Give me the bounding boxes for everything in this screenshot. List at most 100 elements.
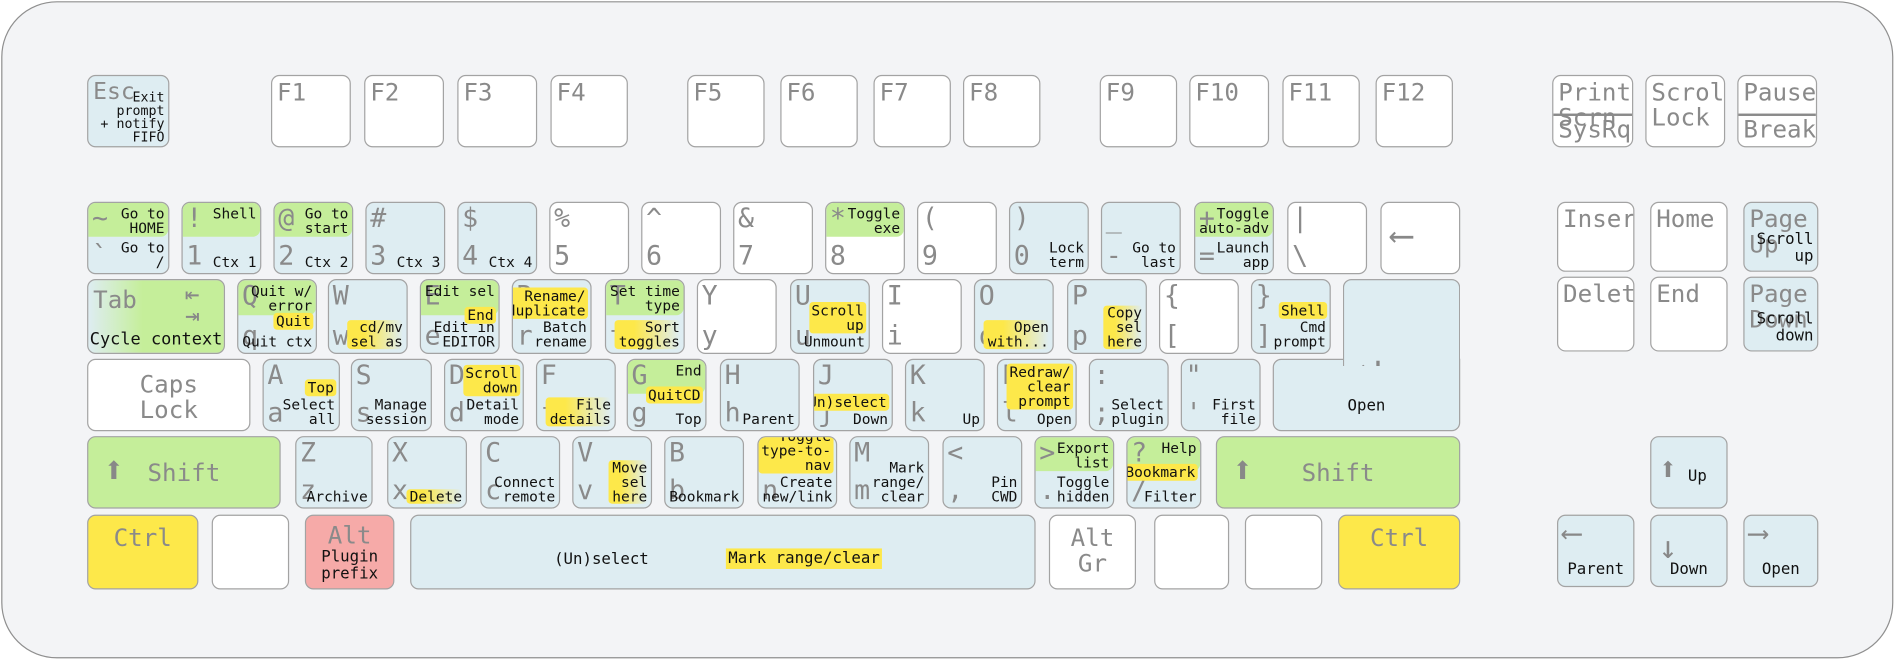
key-f[interactable]: FfFile details bbox=[535, 358, 616, 432]
key-7[interactable]: & 7 bbox=[733, 201, 813, 275]
key-comma[interactable]: <, Pin CWD bbox=[942, 436, 1023, 509]
key-bracketright[interactable]: }] Cmd prompt Shell bbox=[1250, 279, 1331, 354]
key-g[interactable]: G End g Top QuitCD bbox=[626, 358, 707, 432]
key-o[interactable]: OoOpen with... bbox=[973, 279, 1054, 354]
ctrl-action: Scroll down bbox=[462, 364, 521, 397]
key-1[interactable]: ! Shell 1 Ctx 1 bbox=[181, 201, 262, 275]
key-delete[interactable]: Delete bbox=[1557, 276, 1635, 352]
key-z[interactable]: Zz Archive bbox=[295, 436, 373, 509]
base-action: Open bbox=[1036, 410, 1072, 428]
key-f12[interactable]: F12 bbox=[1375, 74, 1453, 148]
key-down[interactable]: ↓ Down bbox=[1650, 514, 1728, 588]
key-v[interactable]: Vv Move sel here bbox=[572, 436, 653, 509]
key-f4[interactable]: F4 bbox=[550, 74, 628, 148]
key-n[interactable]: NnCreate new/linkToggle type-to-nav bbox=[757, 436, 838, 509]
key-printscreen[interactable]: Print Scrn SysRq bbox=[1552, 74, 1634, 148]
key-grave[interactable]: ~ Go to HOME ` Go to / bbox=[87, 201, 170, 275]
key-rsuper[interactable] bbox=[1154, 514, 1230, 590]
key-f9[interactable]: F9 bbox=[1099, 74, 1178, 148]
key-insert[interactable]: Insert bbox=[1557, 201, 1635, 272]
key-b[interactable]: Bb Bookmark bbox=[664, 436, 745, 509]
key-backspace[interactable]: ⟵ bbox=[1380, 201, 1461, 275]
key-p[interactable]: Pp Copy sel here bbox=[1067, 279, 1147, 354]
key-j[interactable]: JjDown(Un)select bbox=[812, 358, 893, 432]
key-pause[interactable]: Pause Break bbox=[1737, 74, 1818, 148]
key-lshift[interactable]: ⬆ Shift bbox=[87, 436, 281, 509]
key-d[interactable]: Dd Detail mode Scroll down bbox=[443, 358, 524, 432]
key-bracketleft[interactable]: {[ bbox=[1158, 279, 1239, 354]
key-up[interactable]: ⬆ Up bbox=[1650, 436, 1728, 509]
key-l[interactable]: LlOpenRedraw/ clear prompt bbox=[996, 358, 1077, 432]
key-0[interactable]: ) 0 Lock term bbox=[1008, 201, 1089, 275]
arrow-right-icon: ⟶ bbox=[1749, 515, 1767, 550]
key-2[interactable]: @ Go to start 2 Ctx 2 bbox=[273, 201, 354, 275]
base-action: Top bbox=[675, 410, 702, 428]
key-left[interactable]: ⟵ Parent bbox=[1557, 514, 1635, 588]
base-action: Batch rename bbox=[534, 318, 587, 351]
key-f1[interactable]: F1 bbox=[270, 74, 351, 148]
key-x[interactable]: Xx Delete bbox=[387, 436, 467, 509]
key-menu[interactable] bbox=[1244, 514, 1323, 590]
key-altgr[interactable]: Alt Gr bbox=[1048, 514, 1137, 590]
key-lsuper[interactable] bbox=[211, 514, 290, 590]
key-lctrl[interactable]: Ctrl bbox=[87, 514, 199, 590]
key-e[interactable]: E Edit sel e Edit in EDITOR End bbox=[419, 279, 500, 354]
base-layer: n Create new/link bbox=[759, 472, 836, 507]
key-k[interactable]: Kk Up bbox=[904, 358, 985, 432]
key-minus[interactable]: _ - Go to last bbox=[1100, 201, 1181, 275]
base-layer: = Launch app bbox=[1195, 238, 1272, 273]
key-q[interactable]: Q Quit w/ error q Quit ctx Quit bbox=[237, 279, 317, 354]
key-h[interactable]: Hh Parent bbox=[719, 358, 800, 432]
key-space[interactable]: (Un)select Mark range/clear bbox=[410, 514, 1036, 590]
key-rctrl[interactable]: Ctrl bbox=[1338, 514, 1461, 590]
key-5[interactable]: % 5 bbox=[549, 201, 630, 275]
key-right[interactable]: ⟶ Open bbox=[1743, 514, 1819, 588]
key-f7[interactable]: F7 bbox=[873, 74, 951, 148]
key-label: Shift bbox=[1301, 457, 1375, 487]
key-f8[interactable]: F8 bbox=[963, 74, 1041, 148]
key-pageup[interactable]: Page Up Scroll up bbox=[1743, 201, 1819, 272]
key-enter[interactable]: Open bbox=[1272, 358, 1461, 432]
base-action: Pin CWD bbox=[991, 473, 1018, 505]
key-t[interactable]: TSet time typetSort toggles bbox=[604, 279, 685, 354]
key-lalt[interactable]: Alt Plugin prefix bbox=[304, 514, 395, 590]
shift-layer: W bbox=[329, 280, 406, 316]
key-quote[interactable]: " ' First file bbox=[1180, 358, 1261, 432]
key-i[interactable]: Ii bbox=[881, 279, 962, 354]
key-pagedown[interactable]: Page Down Scroll down bbox=[1743, 276, 1819, 352]
enter-key-upper[interactable]: ↵ bbox=[1342, 279, 1461, 367]
key-scrolllock[interactable]: Scroll Lock bbox=[1645, 74, 1726, 148]
key-backslash[interactable]: | \ bbox=[1287, 201, 1368, 275]
key-6[interactable]: ^ 6 bbox=[641, 201, 722, 275]
key-m[interactable]: Mm Mark range/ clear bbox=[849, 436, 930, 509]
shift-action: Help bbox=[1161, 439, 1197, 457]
key-equal[interactable]: + Toggle auto-adv = Launch app bbox=[1194, 201, 1274, 275]
key-end[interactable]: End bbox=[1650, 276, 1728, 352]
key-esc[interactable]: Esc Exit prompt + notify FIFO bbox=[87, 74, 170, 148]
key-4[interactable]: $4 Ctx 4 bbox=[457, 201, 538, 275]
key-f2[interactable]: F2 bbox=[364, 74, 444, 148]
key-u[interactable]: Uu Unmount Scroll up bbox=[789, 279, 870, 354]
key-w[interactable]: Ww cd/mv sel as bbox=[327, 279, 408, 354]
key-period[interactable]: > Export list. Toggle hidden bbox=[1034, 436, 1115, 509]
key-f11[interactable]: F11 bbox=[1282, 74, 1360, 148]
key-8[interactable]: * Toggle exe 8 bbox=[825, 201, 905, 275]
key-home[interactable]: Home bbox=[1650, 201, 1728, 272]
key-s[interactable]: Ss Manage session bbox=[350, 358, 432, 432]
key-r[interactable]: RrBatch renameRename/ duplicate bbox=[511, 279, 592, 354]
key-9[interactable]: (9 bbox=[917, 201, 997, 275]
key-f3[interactable]: F3 bbox=[457, 74, 538, 148]
key-slash[interactable]: ? Help / Filter Bookmark bbox=[1126, 436, 1202, 509]
key-semicolon[interactable]: :; Select plugin bbox=[1088, 358, 1169, 432]
key-tab[interactable]: Tab ⇤ ⇥ Cycle context bbox=[87, 279, 226, 354]
key-y[interactable]: Yy bbox=[696, 279, 777, 354]
key-3[interactable]: #3 Ctx 3 bbox=[365, 201, 446, 275]
key-rshift[interactable]: ⬆ Shift bbox=[1215, 436, 1461, 509]
key-a[interactable]: Aa Select all Top bbox=[262, 358, 340, 432]
key-f6[interactable]: F6 bbox=[780, 74, 858, 148]
ctrl-action: End bbox=[464, 306, 497, 324]
key-f5[interactable]: F5 bbox=[687, 74, 765, 148]
key-f10[interactable]: F10 bbox=[1189, 74, 1270, 148]
key-c[interactable]: Cc Connect remote bbox=[480, 436, 561, 509]
key-capslock[interactable]: Caps Lock bbox=[87, 358, 251, 432]
